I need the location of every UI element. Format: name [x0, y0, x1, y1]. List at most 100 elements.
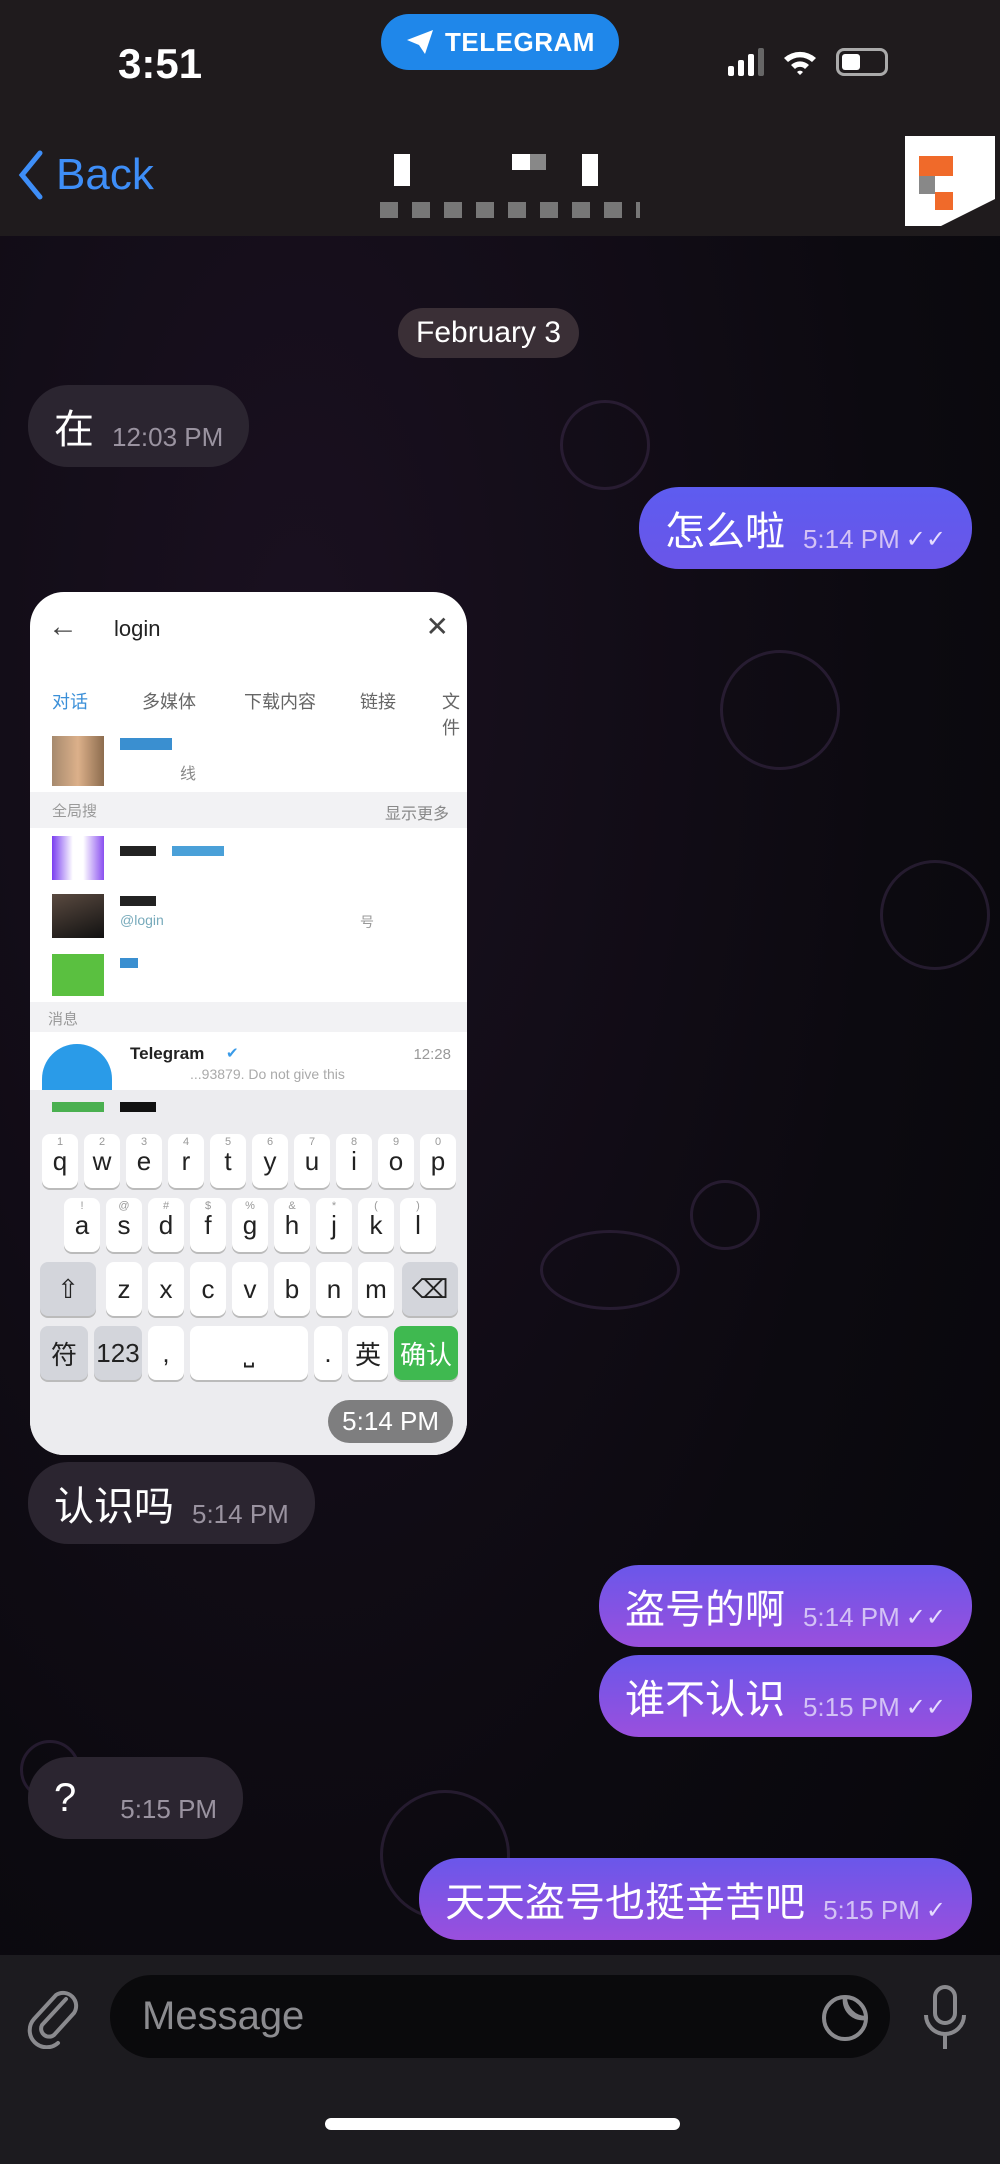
key-hint: $	[204, 1200, 212, 1212]
search-result[interactable]: 线	[30, 732, 467, 792]
close-icon[interactable]: ✕	[426, 610, 449, 643]
key[interactable]: * j	[316, 1198, 352, 1252]
key-label: 123	[96, 1337, 140, 1368]
key[interactable]: 1q	[42, 1134, 78, 1188]
section-title: 全局搜	[52, 803, 98, 820]
wallpaper-doodle	[880, 860, 990, 970]
avatar	[52, 894, 104, 938]
message-input[interactable]: Message	[110, 1975, 890, 2058]
message-incoming[interactable]: 认识吗 5:14 PM	[28, 1462, 315, 1544]
tab-links[interactable]: 链接	[360, 688, 396, 714]
key[interactable]: 8i	[336, 1134, 372, 1188]
message-incoming[interactable]: 在 12:03 PM	[28, 385, 250, 467]
key-label: b	[284, 1273, 300, 1304]
key-label: 符	[50, 1339, 77, 1370]
key[interactable]: 5t	[210, 1134, 246, 1188]
key-label: 英	[354, 1339, 381, 1370]
key[interactable]: v	[232, 1262, 268, 1316]
key[interactable]: c	[190, 1262, 226, 1316]
tab-downloads[interactable]: 下载内容	[244, 688, 316, 714]
avatar	[52, 736, 104, 786]
message-incoming[interactable]: ? 5:15 PM	[28, 1757, 244, 1839]
verified-badge-icon: ✔	[226, 1045, 239, 1062]
key[interactable]: b	[274, 1262, 310, 1316]
key-label: u	[304, 1145, 320, 1176]
key[interactable]: 0p	[420, 1134, 456, 1188]
key[interactable]: % g	[232, 1198, 268, 1252]
key-label: ⌫	[411, 1273, 449, 1304]
key-label: w	[92, 1145, 112, 1176]
message-outgoing[interactable]: 怎么啦 5:14 PM ✓✓	[638, 487, 972, 569]
key[interactable]: 7u	[294, 1134, 330, 1188]
period-key[interactable]: .	[314, 1326, 342, 1380]
confirm-key[interactable]: 确认	[394, 1326, 458, 1380]
key[interactable]: # d	[148, 1198, 184, 1252]
language-key[interactable]: 英	[348, 1326, 388, 1380]
avatar	[52, 954, 104, 996]
key[interactable]: 9o	[378, 1134, 414, 1188]
key-hint: #	[162, 1200, 170, 1212]
numbers-key[interactable]: 123	[94, 1326, 142, 1380]
message-sender: Telegram	[130, 1044, 205, 1063]
sticker-icon[interactable]	[820, 1993, 870, 2043]
key[interactable]: 2w	[84, 1134, 120, 1188]
key-label: e	[136, 1145, 152, 1176]
telegram-plane-icon	[407, 30, 434, 54]
key[interactable]: z	[106, 1262, 142, 1316]
key[interactable]: & h	[274, 1198, 310, 1252]
key[interactable]: (k	[358, 1198, 394, 1252]
search-query[interactable]: login	[114, 616, 160, 642]
key-label: j	[331, 1209, 337, 1240]
tab-chats[interactable]: 对话	[52, 688, 88, 714]
image-message[interactable]: ← login ✕ 对话 多媒体 下载内容 链接 文件 线 全局搜 显示更多 @…	[30, 592, 467, 1455]
home-indicator[interactable]	[325, 2118, 680, 2130]
search-result[interactable]	[30, 834, 467, 884]
back-button[interactable]: Back	[18, 150, 154, 200]
message-time: 5:14 PM	[802, 523, 900, 554]
key-hint: (	[374, 1200, 378, 1212]
arrow-left-icon[interactable]: ←	[48, 610, 78, 644]
message-outgoing[interactable]: 天天盗号也挺辛苦吧 5:15 PM ✓	[419, 1858, 972, 1940]
message-outgoing[interactable]: 盗号的啊 5:14 PM ✓✓	[598, 1565, 972, 1647]
chat-title-pixelated[interactable]	[380, 150, 640, 225]
search-result[interactable]: @login 号	[30, 890, 467, 950]
shift-key[interactable]: ⇧	[40, 1262, 96, 1316]
key-hint: %	[245, 1200, 255, 1212]
key[interactable]: @ s	[106, 1198, 142, 1252]
key[interactable]: m	[358, 1262, 394, 1316]
telegram-pill[interactable]: TELEGRAM	[381, 14, 619, 70]
search-result[interactable]	[30, 954, 467, 998]
key-label: x	[159, 1273, 173, 1304]
key-hint: 1	[56, 1136, 64, 1148]
paperclip-icon[interactable]	[26, 1985, 82, 2049]
key[interactable]: ) l	[400, 1198, 436, 1252]
date-separator: February 3	[398, 308, 580, 358]
tab-media[interactable]: 多媒体	[142, 688, 196, 714]
search-tabs: 对话 多媒体 下载内容 链接 文件	[30, 672, 467, 738]
symbols-key[interactable]: 符	[40, 1326, 88, 1380]
wallpaper-doodle	[540, 1230, 680, 1310]
space-key[interactable]: ⎵	[190, 1326, 308, 1380]
backspace-key[interactable]: ⌫	[402, 1262, 458, 1316]
message-outgoing[interactable]: 谁不认识 5:15 PM ✓✓	[598, 1655, 972, 1737]
message-time: 12:28	[413, 1046, 451, 1063]
key-hint: 9	[392, 1136, 400, 1148]
comma-key[interactable]: ,	[148, 1326, 184, 1380]
key-hint: &	[288, 1200, 296, 1212]
message-preview: ...93879. Do not give this	[190, 1066, 345, 1082]
image-time: 5:14 PM	[328, 1400, 453, 1443]
back-label: Back	[56, 150, 154, 199]
key-label: v	[243, 1273, 257, 1304]
key[interactable]: x	[148, 1262, 184, 1316]
message-text: 怎么啦	[664, 510, 785, 554]
show-more-link[interactable]: 显示更多	[385, 800, 449, 824]
key[interactable]: 3e	[126, 1134, 162, 1188]
key[interactable]: $ f	[190, 1198, 226, 1252]
key[interactable]: ! a	[64, 1198, 100, 1252]
key[interactable]: 6y	[252, 1134, 288, 1188]
search-message-result[interactable]: Telegram ✔ 12:28 ...93879. Do not give t…	[30, 1036, 467, 1094]
microphone-icon[interactable]	[922, 1985, 968, 2051]
telegram-avatar	[42, 1044, 112, 1094]
key[interactable]: n	[316, 1262, 352, 1316]
key[interactable]: 4r	[168, 1134, 204, 1188]
